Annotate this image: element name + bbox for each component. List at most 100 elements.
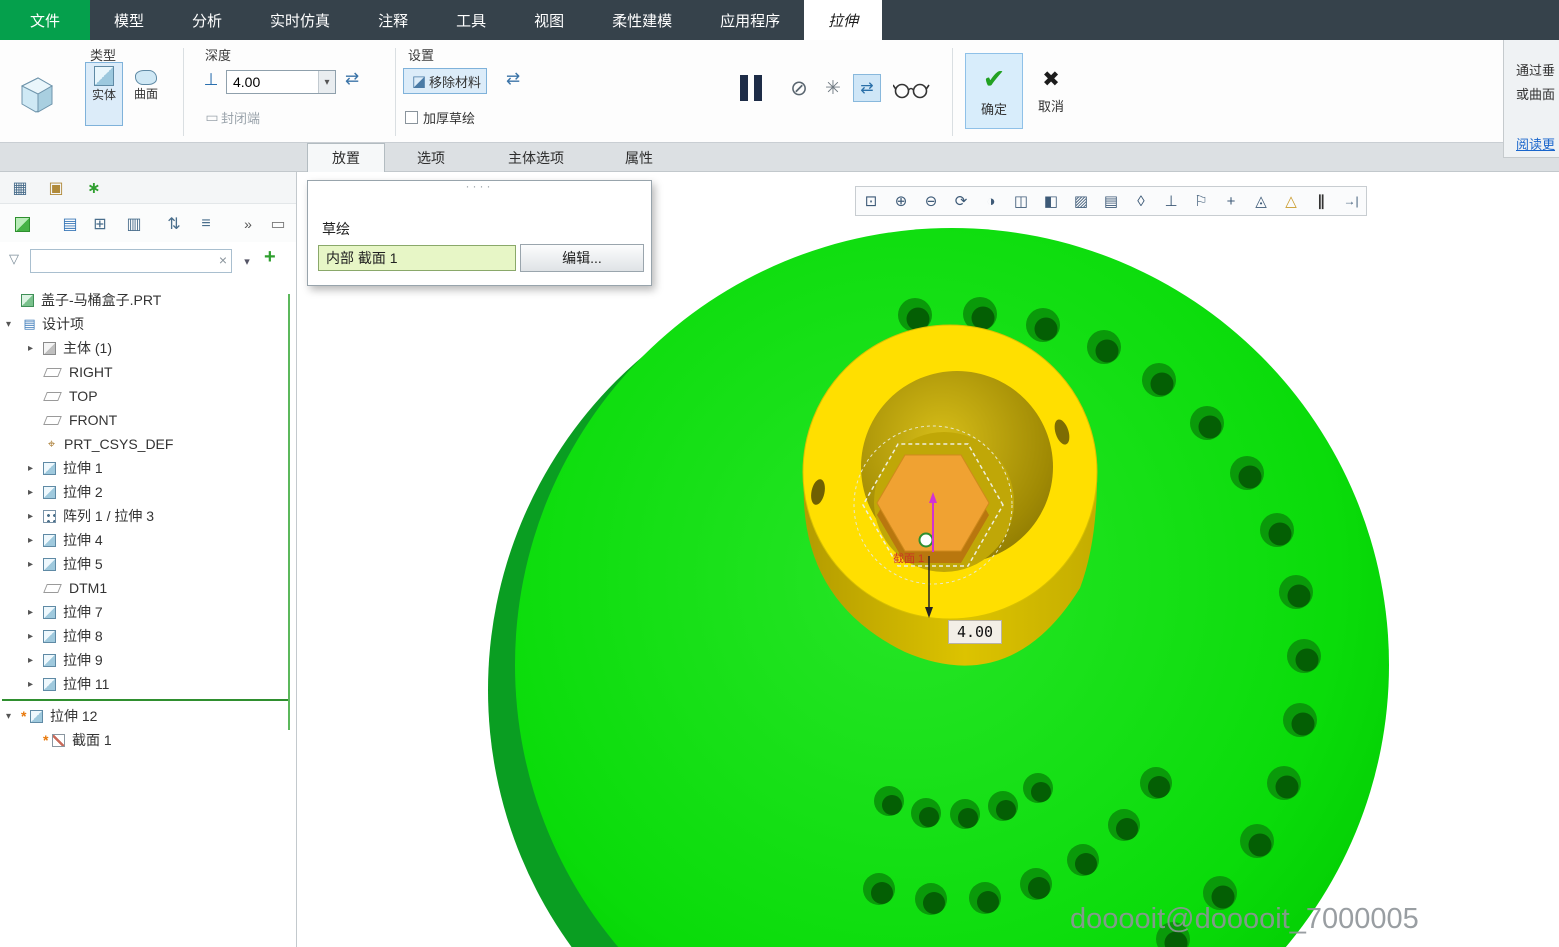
refit-zoom-icon[interactable]: ⊡ — [856, 192, 886, 210]
expand-icon[interactable] — [28, 511, 43, 522]
show-part-icon[interactable] — [10, 212, 34, 236]
tree-item-extrude-8[interactable]: 拉伸 8 — [0, 624, 296, 648]
attached-preview-button[interactable]: ⇄ — [853, 74, 881, 102]
menu-tab-view[interactable]: 视图 — [510, 0, 588, 40]
insert-here-locator[interactable] — [0, 696, 296, 704]
repaint-icon[interactable]: ⟳ — [946, 192, 976, 210]
pause-display-icon[interactable]: ∥ — [1306, 192, 1336, 210]
tree-item-front-plane[interactable]: FRONT — [0, 408, 296, 432]
clear-filter-icon[interactable]: × — [219, 252, 227, 268]
perspective-icon[interactable]: ◊ — [1126, 193, 1156, 210]
expand-icon[interactable] — [6, 319, 21, 330]
tab-placement[interactable]: 放置 — [307, 143, 385, 172]
verify-glasses-icon[interactable] — [893, 80, 931, 100]
tree-item-extrude-12-pending[interactable]: * 拉伸 12 — [0, 704, 296, 728]
tab-body-options[interactable]: 主体选项 — [487, 143, 585, 172]
closed-end-option[interactable]: ▭ 封闭端 — [203, 108, 260, 127]
menu-tab-analysis[interactable]: 分析 — [168, 0, 246, 40]
expand-icon[interactable] — [28, 559, 43, 570]
tree-item-design-items[interactable]: ▤ 设计项 — [0, 312, 296, 336]
menu-tab-live-sim[interactable]: 实时仿真 — [246, 0, 354, 40]
exit-view-icon[interactable]: →| — [1336, 194, 1366, 208]
appearance-icon[interactable]: ▨ — [1066, 192, 1096, 210]
wireframe-preview-icon[interactable]: ✳ — [820, 77, 846, 100]
expand-icon[interactable] — [28, 343, 43, 354]
folder-browser-icon[interactable]: ▣ — [44, 176, 68, 200]
depth-value-combo[interactable]: 4.00 ▾ — [226, 70, 336, 94]
tree-item-top-plane[interactable]: TOP — [0, 384, 296, 408]
section-view-icon[interactable]: ◧ — [1036, 192, 1066, 210]
expand-icon[interactable] — [28, 463, 43, 474]
sketch-collector[interactable]: 内部 截面 1 — [318, 245, 516, 271]
menu-tab-tools[interactable]: 工具 — [432, 0, 510, 40]
expand-icon[interactable] — [28, 679, 43, 690]
columns-view-icon[interactable]: ▥ — [122, 212, 146, 236]
graphics-area[interactable]: 截面 1 dooooit@dooooit_7000005 ⊡ ⊕ ⊖ ⟳ ◑ ◫… — [297, 172, 1559, 947]
filter-input[interactable] — [33, 251, 213, 271]
expand-icon[interactable] — [28, 535, 43, 546]
list-view-icon[interactable]: ▤ — [58, 212, 82, 236]
menu-tab-model[interactable]: 模型 — [90, 0, 168, 40]
model-tree-icon[interactable]: ▦ — [8, 176, 32, 200]
tree-item-body[interactable]: 主体 (1) — [0, 336, 296, 360]
tree-item-pattern-1[interactable]: 阵列 1 / 拉伸 3 — [0, 504, 296, 528]
spin-center-icon[interactable]: + — [1216, 193, 1246, 210]
pause-feature-button[interactable] — [737, 75, 765, 106]
flip-material-side-icon[interactable]: ⇄ — [502, 69, 524, 89]
tree-item-csys[interactable]: ⌖ PRT_CSYS_DEF — [0, 432, 296, 456]
menu-tab-flex-modeling[interactable]: 柔性建模 — [588, 0, 696, 40]
tab-options[interactable]: 选项 — [395, 143, 467, 172]
remove-material-button[interactable]: ◪ 移除材料 — [403, 68, 487, 94]
display-style-icon[interactable]: ◫ — [1006, 192, 1036, 210]
filter-dropdown-icon[interactable]: ▾ — [238, 251, 256, 271]
annotation-display-icon[interactable]: ⚐ — [1186, 192, 1216, 210]
overflow-chevron-icon[interactable]: » — [236, 212, 260, 236]
zoom-in-icon[interactable]: ⊕ — [886, 192, 916, 210]
tree-item-extrude-2[interactable]: 拉伸 2 — [0, 480, 296, 504]
model-3d-view[interactable]: 截面 1 dooooit@dooooit_7000005 — [297, 172, 1559, 947]
tree-item-extrude-1[interactable]: 拉伸 1 — [0, 456, 296, 480]
thicken-checkbox[interactable] — [405, 111, 418, 124]
menu-tab-annotate[interactable]: 注释 — [354, 0, 432, 40]
shading-icon[interactable]: ◑ — [976, 193, 1006, 210]
filter-funnel-icon[interactable]: ▽ — [9, 251, 19, 267]
expand-icon[interactable] — [28, 655, 43, 666]
expand-icon[interactable] — [6, 711, 21, 722]
read-more-link[interactable]: 阅读更 — [1516, 134, 1555, 153]
no-preview-icon[interactable]: ⊘ — [786, 76, 812, 101]
tree-item-dtm1[interactable]: DTM1 — [0, 576, 296, 600]
tree-item-extrude-7[interactable]: 拉伸 7 — [0, 600, 296, 624]
confirm-button[interactable]: ✔ 确定 — [965, 53, 1023, 129]
flip-depth-direction-icon[interactable]: ⇄ — [341, 69, 363, 89]
solid-type-button[interactable]: 实体 — [85, 62, 123, 126]
clip-icon[interactable]: ◬ — [1246, 192, 1276, 210]
tree-item-extrude-4[interactable]: 拉伸 4 — [0, 528, 296, 552]
view-manager-icon[interactable]: ▤ — [1096, 192, 1126, 210]
thicken-sketch-option[interactable]: 加厚草绘 — [405, 108, 475, 127]
depth-dimension-value[interactable]: 4.00 — [948, 620, 1002, 644]
sort-tree-icon[interactable]: ⇅ — [162, 212, 186, 236]
edit-sketch-button[interactable]: 编辑... — [520, 244, 644, 272]
tree-item-section-1-pending[interactable]: * 截面 1 — [0, 728, 296, 752]
sketch-center-handle[interactable] — [920, 534, 933, 547]
add-filter-icon[interactable]: + — [264, 246, 276, 269]
tree-item-right-plane[interactable]: RIGHT — [0, 360, 296, 384]
menu-tab-extrude-active[interactable]: 拉伸 — [804, 0, 882, 40]
depth-blind-icon[interactable]: ⊥ — [200, 70, 222, 90]
tree-item-extrude-11[interactable]: 拉伸 11 — [0, 672, 296, 696]
menu-file[interactable]: 文件 — [0, 0, 90, 40]
tree-item-part-root[interactable]: 盖子-马桶盒子.PRT — [0, 288, 296, 312]
cancel-button[interactable]: ✖ 取消 — [1027, 53, 1075, 129]
favorites-icon[interactable]: ∗ — [82, 176, 106, 200]
expand-icon[interactable] — [28, 631, 43, 642]
combo-dropdown-icon[interactable]: ▾ — [318, 71, 335, 93]
tree-item-extrude-5[interactable]: 拉伸 5 — [0, 552, 296, 576]
detach-panel-icon[interactable]: ▭ — [266, 212, 290, 236]
menu-tab-applications[interactable]: 应用程序 — [696, 0, 804, 40]
tab-properties[interactable]: 属性 — [603, 143, 675, 172]
surface-type-button[interactable]: 曲面 — [127, 62, 165, 126]
grid-view-icon[interactable]: ⊞ — [88, 212, 112, 236]
zoom-out-icon[interactable]: ⊖ — [916, 192, 946, 210]
expand-icon[interactable] — [28, 487, 43, 498]
warning-display-icon[interactable]: △ — [1276, 192, 1306, 210]
